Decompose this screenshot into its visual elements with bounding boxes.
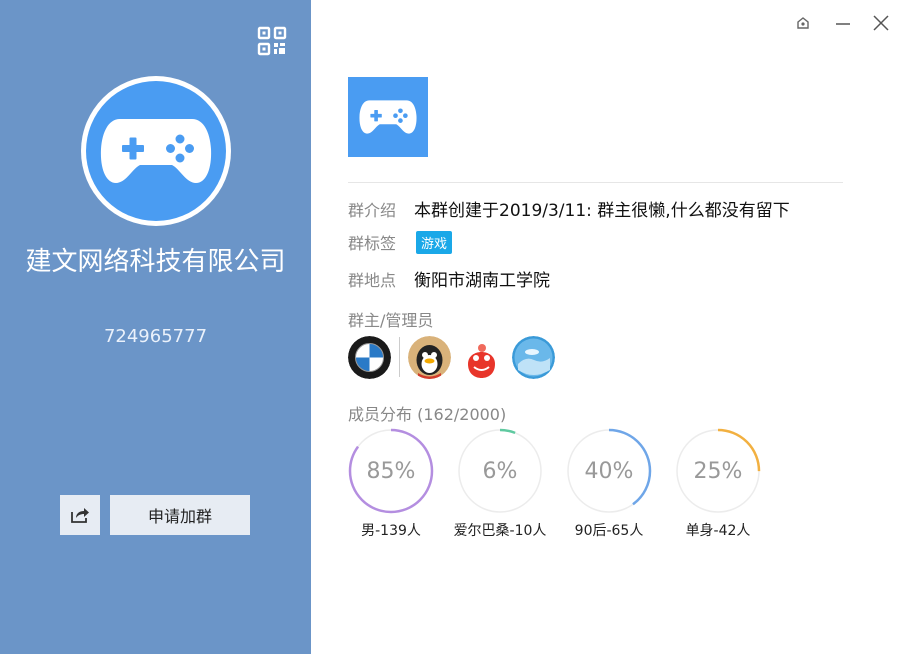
stat-item: 25% 单身-42人 xyxy=(675,428,761,540)
stat-ring: 85% xyxy=(348,428,434,514)
gamepad-icon xyxy=(359,100,417,134)
qr-code-icon[interactable] xyxy=(257,26,287,56)
members-title: 成员分布 (162/2000) xyxy=(348,405,507,424)
tag-label: 群标签 xyxy=(348,234,397,253)
admin-avatar[interactable] xyxy=(408,335,451,379)
admin-avatar-owner[interactable] xyxy=(348,335,391,379)
intro-value: 本群创建于2019/3/11: 群主很懒,什么都没有留下 xyxy=(414,201,790,221)
stat-percent: 6% xyxy=(482,458,518,484)
stat-percent: 40% xyxy=(584,458,634,484)
member-stats: 85% 男-139人 6% 爱尔巴桑-10人 40% 90后-65人 25% 单… xyxy=(348,428,784,540)
location-value: 衡阳市湖南工学院 xyxy=(414,271,550,291)
group-avatar-small xyxy=(348,77,428,157)
stat-item: 6% 爱尔巴桑-10人 xyxy=(454,428,546,540)
tag-badge[interactable]: 游戏 xyxy=(416,230,453,254)
admins-title: 群主/管理员 xyxy=(348,311,434,330)
skin-icon[interactable] xyxy=(792,12,814,34)
stat-label: 爱尔巴桑-10人 xyxy=(453,523,547,539)
group-name: 建文网络科技有限公司 xyxy=(25,247,286,277)
stat-label: 90后-65人 xyxy=(574,523,644,539)
stat-percent: 85% xyxy=(366,458,416,484)
stat-ring: 6% xyxy=(457,428,543,514)
join-group-button[interactable]: 申请加群 xyxy=(110,495,250,535)
intro-label: 群介绍 xyxy=(348,200,397,220)
admin-avatar[interactable] xyxy=(512,335,555,379)
admin-list xyxy=(348,335,564,379)
stat-item: 85% 男-139人 xyxy=(348,428,434,540)
group-avatar[interactable] xyxy=(81,76,231,226)
stat-item: 40% 90后-65人 xyxy=(566,428,652,540)
stat-ring: 40% xyxy=(566,428,652,514)
share-icon xyxy=(71,508,89,523)
minimize-icon[interactable] xyxy=(832,12,854,34)
intro-row: 群介绍 本群创建于2019/3/11: 群主很懒,什么都没有留下 xyxy=(348,196,790,222)
close-icon[interactable] xyxy=(870,12,892,34)
stat-percent: 25% xyxy=(693,458,743,484)
group-id: 724965777 xyxy=(103,326,208,347)
stat-label: 男-139人 xyxy=(361,523,421,539)
divider xyxy=(348,182,843,183)
stat-ring: 25% xyxy=(675,428,761,514)
location-label: 群地点 xyxy=(348,270,397,290)
share-button[interactable] xyxy=(60,495,100,535)
admin-separator xyxy=(399,337,400,377)
admin-avatar[interactable] xyxy=(460,335,503,379)
location-row: 群地点 衡阳市湖南工学院 xyxy=(348,266,550,292)
stat-label: 单身-42人 xyxy=(685,523,751,539)
group-card-panel: 建文网络科技有限公司 724965777 申请加群 xyxy=(0,0,311,654)
gamepad-icon xyxy=(100,119,212,183)
tag-row: 群标签 游戏 xyxy=(348,230,453,254)
